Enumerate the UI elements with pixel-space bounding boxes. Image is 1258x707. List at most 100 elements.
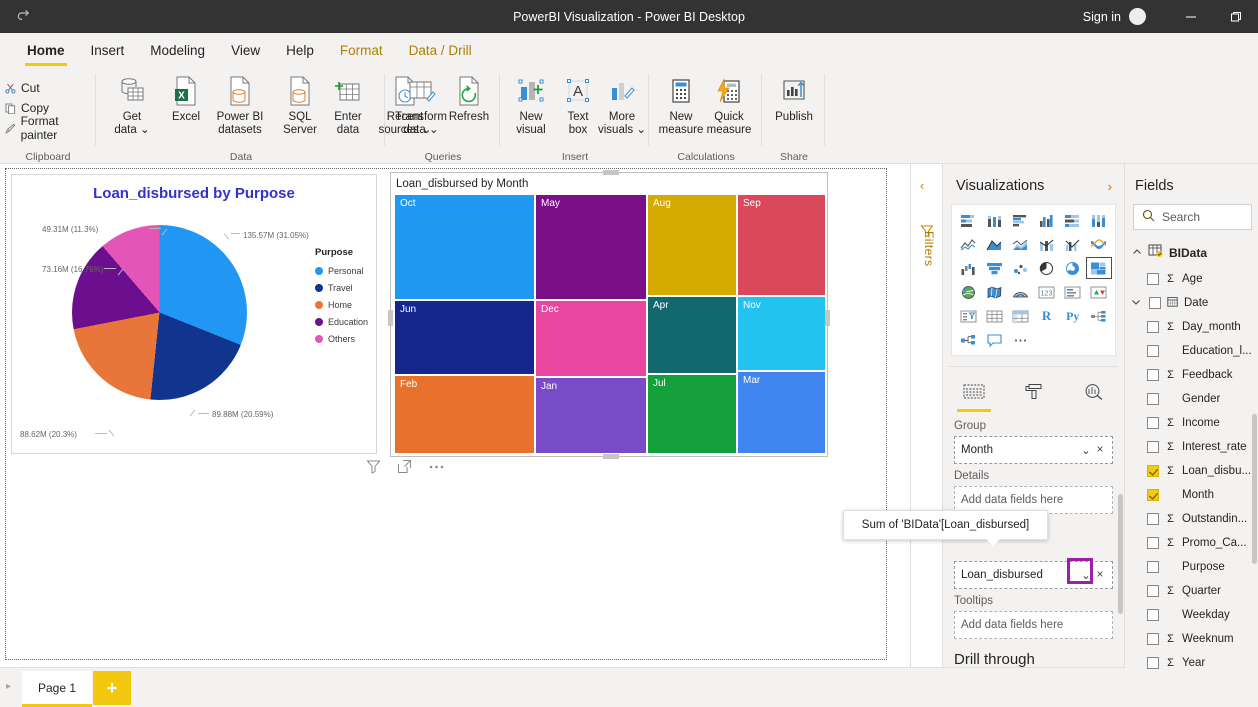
field-checkbox-date[interactable] <box>1149 297 1161 309</box>
field-row-purpose[interactable]: Purpose <box>1125 555 1258 579</box>
get-data-button[interactable]: Get data ⌄ <box>105 74 159 148</box>
more-visuals-button[interactable]: More visuals ⌄ <box>593 74 651 148</box>
field-row-month[interactable]: Month <box>1125 483 1258 507</box>
clustered-bar-chart-icon[interactable] <box>1007 209 1033 231</box>
field-row-weeknum[interactable]: Σ Weeknum <box>1125 627 1258 651</box>
treemap-tile-apr[interactable]: Apr <box>648 297 736 373</box>
map-icon[interactable] <box>955 281 981 303</box>
field-checkbox-income[interactable] <box>1147 417 1159 429</box>
treemap-tile-nov[interactable]: Nov <box>738 297 825 370</box>
more-visuals-ellipsis-icon[interactable] <box>1007 329 1033 351</box>
legend-item-personal[interactable]: Personal <box>315 262 368 279</box>
stacked-column-chart-icon[interactable] <box>981 209 1007 231</box>
line-chart-icon[interactable] <box>955 233 981 255</box>
card-icon[interactable]: 123 <box>1033 281 1059 303</box>
r-script-visual-icon[interactable]: R <box>1033 305 1059 327</box>
kpi-icon[interactable] <box>1086 281 1112 303</box>
field-row-weekday[interactable]: Weekday <box>1125 603 1258 627</box>
treemap-tile-sep[interactable]: Sep <box>738 195 825 295</box>
legend-item-travel[interactable]: Travel <box>315 279 368 296</box>
excel-button[interactable]: X Excel <box>159 74 213 148</box>
ribbon-tab-insert[interactable]: Insert <box>78 33 138 68</box>
stacked-area-chart-icon[interactable] <box>1007 233 1033 255</box>
powerbi-datasets-button[interactable]: Power BI datasets <box>209 74 271 148</box>
add-page-button[interactable]: + <box>93 671 131 705</box>
format-tab[interactable] <box>1016 383 1052 412</box>
field-checkbox-promo-campaign[interactable] <box>1147 537 1159 549</box>
treemap-tile-jun[interactable]: Jun <box>395 301 534 374</box>
format-painter-button[interactable]: Format painter <box>2 114 96 142</box>
area-chart-icon[interactable] <box>981 233 1007 255</box>
chevron-up-icon[interactable] <box>1132 246 1142 260</box>
table-icon[interactable] <box>981 305 1007 327</box>
well-values[interactable]: Loan_disbursed ⌄ × <box>954 558 1113 589</box>
ribbon-tab-data-drill[interactable]: Data / Drill <box>396 33 485 68</box>
pie-disk[interactable] <box>72 225 247 400</box>
enter-data-button[interactable]: Enter data <box>321 74 375 148</box>
field-checkbox-feedback[interactable] <box>1147 369 1159 381</box>
ribbon-tab-help[interactable]: Help <box>273 33 327 68</box>
pie-chart-icon[interactable] <box>1033 257 1059 279</box>
resize-handle-top[interactable] <box>603 170 619 175</box>
sql-server-button[interactable]: SQL Server <box>273 74 327 148</box>
field-checkbox-weeknum[interactable] <box>1147 633 1159 645</box>
arcgis-map-icon[interactable] <box>1007 281 1033 303</box>
clustered-column-chart-icon[interactable] <box>1033 209 1059 231</box>
field-row-date[interactable]: Date <box>1125 291 1258 315</box>
field-checkbox-loan-disbursed[interactable] <box>1147 465 1159 477</box>
field-row-income[interactable]: Σ Income <box>1125 411 1258 435</box>
matrix-icon[interactable] <box>1007 305 1033 327</box>
search-input[interactable]: Search <box>1133 204 1252 230</box>
page-scroll-right-icon[interactable]: ▸ <box>6 681 11 692</box>
multi-row-card-icon[interactable] <box>1060 281 1086 303</box>
refresh-button[interactable]: Refresh <box>442 74 496 148</box>
treemap-tile-dec[interactable]: Dec <box>536 301 646 376</box>
legend-item-others[interactable]: Others <box>315 330 368 347</box>
restore-button[interactable] <box>1213 0 1258 33</box>
publish-button[interactable]: Publish <box>767 74 821 148</box>
ribbon-tab-modeling[interactable]: Modeling <box>137 33 218 68</box>
ribbon-tab-format[interactable]: Format <box>327 33 396 68</box>
treemap-visual[interactable]: Loan_disbursed by Month Oct May Aug Sep <box>388 170 830 459</box>
more-options-icon[interactable] <box>428 459 445 477</box>
field-checkbox-gender[interactable] <box>1147 393 1159 405</box>
treemap-tile-jan[interactable]: Jan <box>536 378 646 453</box>
treemap-icon[interactable] <box>1085 257 1112 279</box>
report-canvas[interactable]: Loan_disbursed by Purpose 135.57M (31.05… <box>0 164 910 667</box>
well-group[interactable]: Month ⌄ × <box>954 436 1113 464</box>
treemap-tile-aug[interactable]: Aug <box>648 195 736 295</box>
field-checkbox-purpose[interactable] <box>1147 561 1159 573</box>
field-row-gender[interactable]: Gender <box>1125 387 1258 411</box>
focus-mode-icon[interactable] <box>397 459 412 477</box>
well-tooltips[interactable]: Add data fields here <box>954 611 1113 639</box>
field-row-outstanding[interactable]: Σ Outstandin... <box>1125 507 1258 531</box>
field-checkbox-outstanding[interactable] <box>1147 513 1159 525</box>
chevron-down-icon[interactable] <box>1131 297 1143 310</box>
decomposition-tree-icon[interactable] <box>1086 305 1112 327</box>
ribbon-tab-view[interactable]: View <box>218 33 273 68</box>
sign-in-link[interactable]: Sign in <box>1083 10 1121 24</box>
stacked-bar-chart-icon[interactable] <box>955 209 981 231</box>
filled-map-icon[interactable] <box>981 281 1007 303</box>
donut-chart-icon[interactable] <box>1060 257 1086 279</box>
fields-scrollbar[interactable] <box>1252 414 1257 564</box>
100-stacked-column-chart-icon[interactable] <box>1086 209 1112 231</box>
legend-item-education[interactable]: Education <box>315 313 368 330</box>
well-group-chevron-down-icon[interactable]: ⌄ <box>1078 443 1094 457</box>
treemap-tile-may[interactable]: May <box>536 195 646 299</box>
resize-handle-right[interactable] <box>825 310 830 326</box>
report-page[interactable]: Loan_disbursed by Purpose 135.57M (31.05… <box>5 168 887 660</box>
field-checkbox-age[interactable] <box>1147 273 1159 285</box>
line-clustered-column-chart-icon[interactable] <box>1060 233 1086 255</box>
treemap-tile-mar[interactable]: Mar <box>738 372 825 453</box>
ribbon-tab-home[interactable]: Home <box>14 33 78 68</box>
qna-icon[interactable] <box>981 329 1007 351</box>
funnel-chart-icon[interactable] <box>981 257 1007 279</box>
waterfall-chart-icon[interactable] <box>955 257 981 279</box>
visualizations-scrollbar[interactable] <box>1118 494 1123 614</box>
page-tab-page-1[interactable]: Page 1 <box>22 671 92 707</box>
field-row-promo-campaign[interactable]: Σ Promo_Ca... <box>1125 531 1258 555</box>
avatar[interactable] <box>1129 8 1146 25</box>
line-stacked-column-chart-icon[interactable] <box>1033 233 1059 255</box>
pie-chart-visual[interactable]: Loan_disbursed by Purpose 135.57M (31.05… <box>11 174 377 454</box>
